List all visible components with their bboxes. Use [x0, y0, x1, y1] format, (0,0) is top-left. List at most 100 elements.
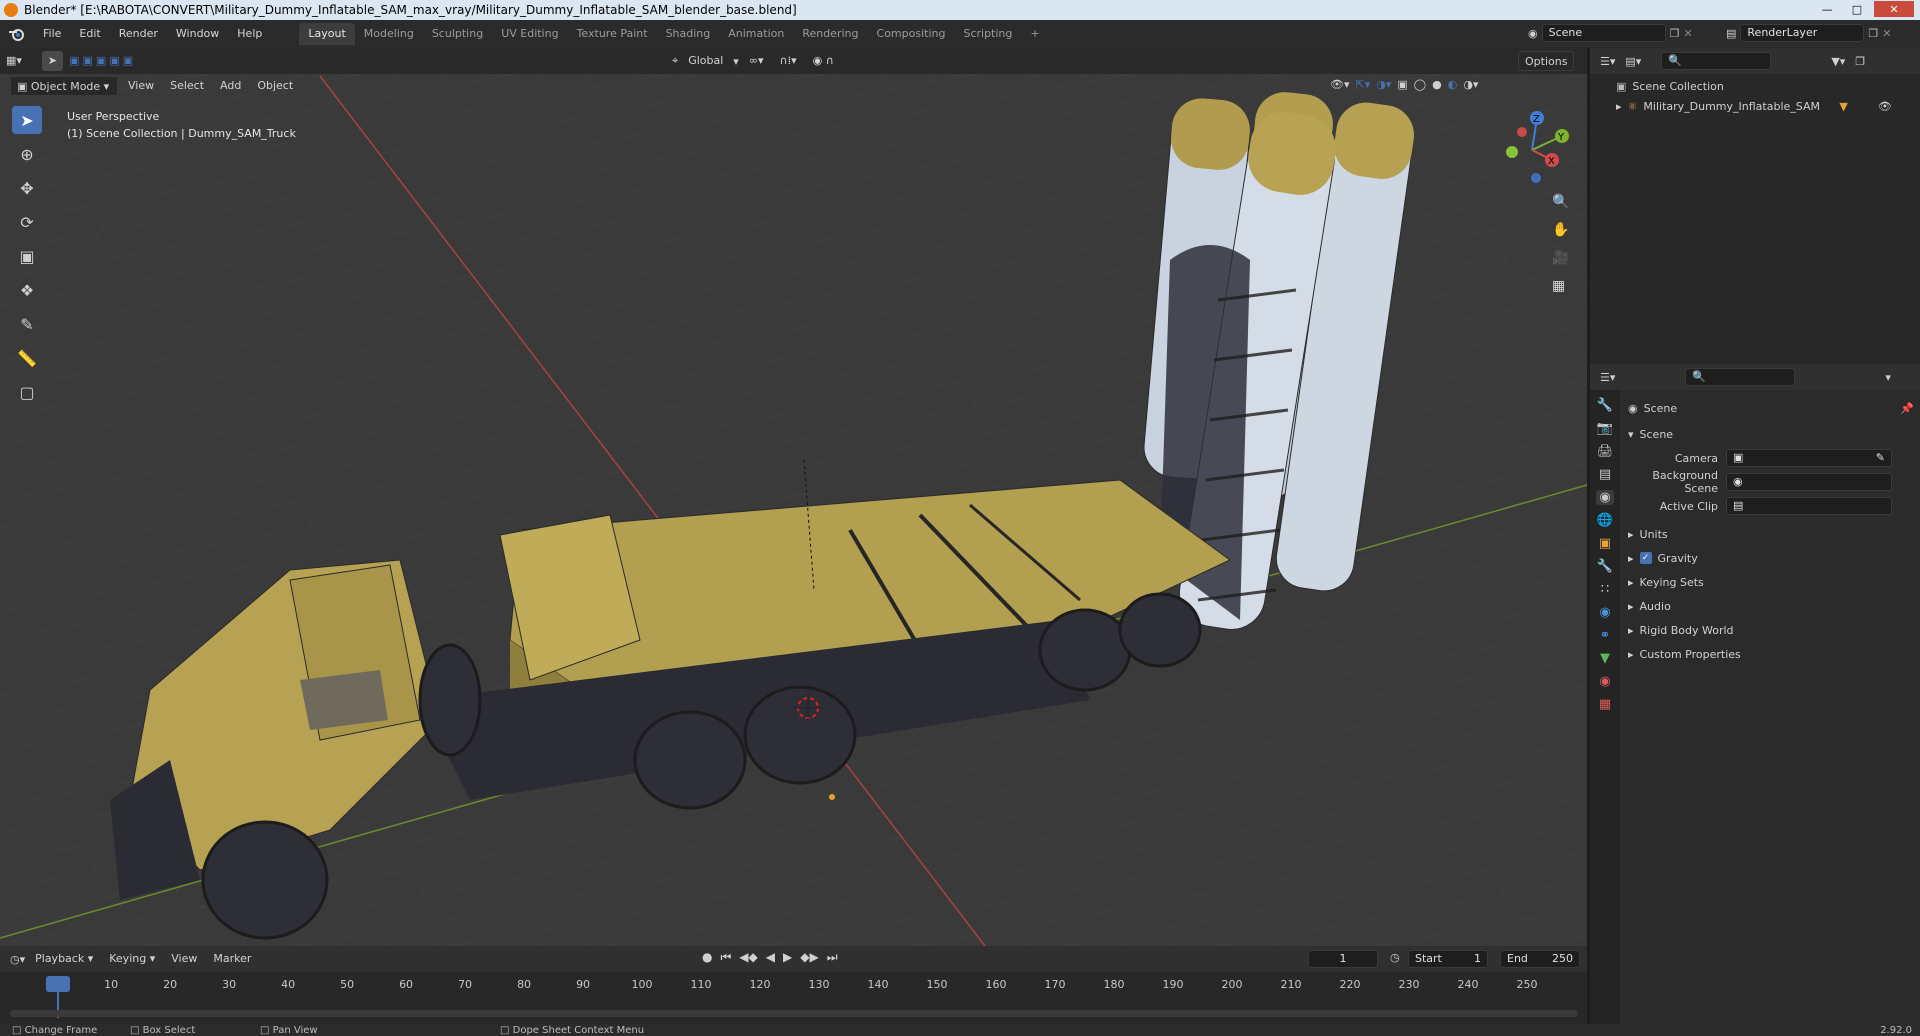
particles-tab-icon[interactable]: ∷: [1601, 582, 1609, 597]
viewport-menu-add[interactable]: Add: [214, 76, 247, 96]
transform-tool-icon[interactable]: ❖: [12, 276, 42, 304]
gizmo-toggle-icon[interactable]: ⇱▾: [1356, 78, 1371, 91]
view-layer-tab-icon[interactable]: ▤: [1599, 467, 1611, 482]
snap-icon[interactable]: ∩⁞▾: [774, 51, 803, 71]
3d-viewport[interactable]: ▦▾ ➤ ▣▣▣▣▣ ⌖ Global ▾ ∞▾ ∩⁞▾ ◉ ∩ Options…: [0, 48, 1587, 946]
pin-icon[interactable]: 📌: [1900, 402, 1914, 415]
cursor-tool-icon[interactable]: ⊕: [12, 140, 42, 168]
blender-menu-icon[interactable]: [0, 26, 34, 42]
active-clip-field[interactable]: ▤: [1726, 497, 1892, 515]
pan-hand-icon[interactable]: ✋: [1552, 222, 1569, 238]
maximize-button[interactable]: □: [1844, 1, 1870, 17]
delete-scene-icon[interactable]: ✕: [1683, 27, 1692, 40]
grid-view-icon[interactable]: ▦: [1552, 278, 1569, 294]
new-scene-icon[interactable]: ❐: [1670, 27, 1680, 40]
tab-shading[interactable]: Shading: [657, 23, 720, 45]
editor-type-icon[interactable]: ▦▾: [0, 51, 28, 71]
subsection-gravity[interactable]: ▸ ✓ Gravity: [1628, 546, 1914, 570]
tool-tab-icon[interactable]: 🔧: [1597, 398, 1613, 413]
minimize-button[interactable]: —: [1814, 1, 1840, 17]
constraints-tab-icon[interactable]: ⚭: [1600, 628, 1611, 643]
scene-section-header[interactable]: ▾ Scene: [1628, 422, 1914, 446]
viewport-menu-object[interactable]: Object: [251, 76, 299, 96]
modifier-tab-icon[interactable]: 🔧: [1597, 559, 1613, 574]
timeline-scrollbar[interactable]: [10, 1010, 1578, 1017]
object-tab-icon[interactable]: ▣: [1599, 536, 1611, 551]
scene-field[interactable]: Scene: [1541, 24, 1666, 42]
subsection-custom-properties[interactable]: ▸ Custom Properties: [1628, 642, 1914, 666]
viewport-menu-select[interactable]: Select: [164, 76, 210, 96]
texture-tab-icon[interactable]: ▦: [1599, 697, 1611, 712]
subsection-rigid-body-world[interactable]: ▸ Rigid Body World: [1628, 618, 1914, 642]
tab-modeling[interactable]: Modeling: [355, 23, 423, 45]
eyedropper-icon[interactable]: ✎: [1876, 450, 1885, 466]
annotate-tool-icon[interactable]: ✎: [12, 310, 42, 338]
subsection-units[interactable]: ▸ Units: [1628, 522, 1914, 546]
tab-sculpting[interactable]: Sculpting: [423, 23, 492, 45]
select-box-tool-icon[interactable]: ➤: [12, 106, 42, 134]
expand-arrow-icon[interactable]: ▸: [1616, 100, 1622, 113]
subsection-keying-sets[interactable]: ▸ Keying Sets: [1628, 570, 1914, 594]
tab-animation[interactable]: Animation: [719, 23, 793, 45]
camera-field[interactable]: ▣ ✎: [1726, 449, 1892, 467]
scene-tab-icon[interactable]: ◉: [1596, 490, 1614, 505]
render-tab-icon[interactable]: 📷: [1597, 421, 1613, 436]
object-mode-dropdown[interactable]: ▣ Object Mode ▾: [10, 76, 118, 96]
tab-compositing[interactable]: Compositing: [868, 23, 955, 45]
outliner-search-input[interactable]: 🔍: [1661, 52, 1772, 70]
transform-orientation-dropdown[interactable]: Global: [682, 51, 729, 71]
tab-texture-paint[interactable]: Texture Paint: [568, 23, 657, 45]
pivot-point-icon[interactable]: ∞▾: [743, 51, 770, 71]
outliner-editor-type-icon[interactable]: ☰▾: [1600, 55, 1615, 68]
material-shading-icon[interactable]: ◐: [1448, 78, 1458, 91]
visibility-icon[interactable]: 👁▾: [1330, 78, 1350, 91]
delete-renderlayer-icon[interactable]: ✕: [1882, 27, 1891, 40]
gravity-checkbox[interactable]: ✓: [1639, 552, 1652, 564]
tab-rendering[interactable]: Rendering: [793, 23, 867, 45]
playhead[interactable]: [46, 976, 70, 992]
subsection-audio[interactable]: ▸ Audio: [1628, 594, 1914, 618]
physics-tab-icon[interactable]: ◉: [1599, 605, 1610, 620]
viewport-menu-view[interactable]: View: [122, 76, 160, 96]
menu-file[interactable]: File: [34, 23, 70, 45]
scene-icon[interactable]: ◉: [1528, 27, 1538, 40]
outliner-root-row[interactable]: ▣ Scene Collection: [1590, 76, 1920, 96]
selection-mode-icons[interactable]: ▣▣▣▣▣: [63, 51, 142, 71]
display-mode-icon[interactable]: ▤▾: [1625, 55, 1641, 68]
rendered-shading-icon[interactable]: ◑▾: [1463, 78, 1478, 91]
outliner-item[interactable]: ▸ ⚛ Military_Dummy_Inflatable_SAM ▼ 👁: [1590, 96, 1920, 116]
menu-help[interactable]: Help: [228, 23, 271, 45]
xray-icon[interactable]: ▣: [1397, 78, 1407, 91]
menu-render[interactable]: Render: [110, 23, 167, 45]
material-tab-icon[interactable]: ◉: [1599, 674, 1610, 689]
navigation-gizmo[interactable]: Z Y X: [1492, 110, 1572, 190]
new-collection-icon[interactable]: ❐: [1855, 55, 1865, 68]
wireframe-shading-icon[interactable]: ◯: [1414, 78, 1426, 91]
renderlayer-icon[interactable]: ▤: [1726, 27, 1736, 40]
zoom-icon[interactable]: 🔍: [1552, 194, 1569, 210]
select-tool-icon[interactable]: ➤: [41, 51, 64, 71]
data-tab-icon[interactable]: ▼: [1600, 651, 1610, 666]
world-tab-icon[interactable]: 🌐: [1597, 513, 1613, 528]
close-button[interactable]: ✕: [1874, 1, 1914, 17]
menu-edit[interactable]: Edit: [70, 23, 109, 45]
overlays-icon[interactable]: ◑▾: [1376, 78, 1391, 91]
measure-tool-icon[interactable]: 📏: [12, 344, 42, 372]
add-workspace-icon[interactable]: +: [1021, 23, 1048, 45]
rotate-tool-icon[interactable]: ⟳: [12, 208, 42, 236]
menu-window[interactable]: Window: [167, 23, 228, 45]
output-tab-icon[interactable]: 🖨: [1597, 444, 1614, 459]
eye-visibility-icon[interactable]: 👁: [1878, 100, 1892, 113]
scale-tool-icon[interactable]: ▣: [12, 242, 42, 270]
properties-editor-type-icon[interactable]: ☰▾: [1600, 371, 1615, 384]
move-tool-icon[interactable]: ✥: [12, 174, 42, 202]
chevron-down-icon[interactable]: ▾: [1885, 371, 1891, 384]
properties-search-input[interactable]: 🔍: [1685, 368, 1796, 386]
filter-icon[interactable]: ▼▾: [1831, 55, 1845, 68]
new-renderlayer-icon[interactable]: ❐: [1868, 27, 1878, 40]
tab-uv-editing[interactable]: UV Editing: [492, 23, 567, 45]
camera-view-icon[interactable]: 🎥: [1552, 250, 1569, 266]
options-dropdown[interactable]: Options: [1518, 51, 1575, 71]
renderlayer-field[interactable]: RenderLayer: [1740, 24, 1865, 42]
tab-layout[interactable]: Layout: [299, 23, 355, 45]
